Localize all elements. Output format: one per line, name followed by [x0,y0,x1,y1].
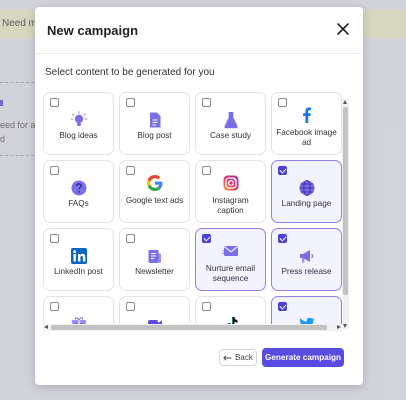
linkedin-icon [70,247,88,265]
checkbox-checked[interactable] [278,166,287,175]
flask-icon [222,111,240,129]
checkbox[interactable] [202,166,211,175]
content-type-card[interactable]: Nurture email sequence [195,228,266,291]
generate-campaign-button[interactable]: Generate campaign [262,348,344,367]
checkbox[interactable] [202,302,211,311]
dialog-prompt: Select content to be generated for you [45,67,215,78]
facebook-icon [298,106,316,124]
checkbox[interactable] [126,166,135,175]
checkbox[interactable] [50,98,59,107]
checkbox[interactable] [126,302,135,311]
content-type-label: Blog post [137,131,172,140]
scroll-down-arrow-icon[interactable] [343,324,347,328]
newsletter-icon [146,247,164,265]
content-type-card[interactable]: Landing page [271,160,342,223]
megaphone-icon [298,247,316,265]
content-type-grid-viewport: Blog ideas Blog post Case study Facebook im… [43,92,353,328]
checkbox[interactable] [50,234,59,243]
checkbox-checked[interactable] [278,234,287,243]
content-type-card[interactable]: Newsletter [119,228,190,291]
content-type-card[interactable]: Facebook image ad [271,92,342,155]
content-type-label: FAQs [68,199,89,208]
checkbox[interactable] [126,98,135,107]
content-type-label: LinkedIn post [54,267,103,276]
arrow-left-icon [223,354,232,361]
content-type-label: Google text ads [125,196,184,205]
content-type-label: Case study [210,131,251,140]
close-icon[interactable] [335,21,351,37]
content-type-label: Press release [281,267,332,276]
content-type-card[interactable]: Press release [271,228,342,291]
content-type-card[interactable]: Google text ads [119,160,190,223]
content-type-label: Newsletter [135,267,174,276]
new-campaign-dialog: New campaign Select content to be genera… [35,7,363,385]
checkbox[interactable] [126,234,135,243]
content-type-card[interactable]: FAQs [43,160,114,223]
content-type-label: Blog ideas [59,131,98,140]
content-type-label: Nurture email sequence [205,264,256,283]
checkbox[interactable] [50,302,59,311]
instagram-icon [222,174,240,192]
content-type-label: Landing page [281,199,332,208]
question-icon [70,179,88,197]
scroll-right-arrow-icon[interactable] [337,325,341,329]
email-icon [221,242,240,260]
globe-icon [298,179,316,197]
content-type-card[interactable]: Blog post [119,92,190,155]
google-icon [146,174,164,192]
content-type-card[interactable]: Case study [195,92,266,155]
horizontal-scrollbar[interactable] [43,324,342,331]
checkbox[interactable] [278,98,287,107]
content-type-label: Facebook image ad [276,128,337,147]
horizontal-scrollbar-thumb[interactable] [51,325,327,330]
checkbox-checked[interactable] [202,234,211,243]
document-icon [146,111,164,129]
scroll-up-arrow-icon[interactable] [343,100,347,104]
checkbox[interactable] [202,98,211,107]
content-type-card[interactable]: Blog ideas [43,92,114,155]
checkbox-checked[interactable] [278,302,287,311]
lightbulb-icon [70,111,88,129]
back-button-label: Back [235,353,253,362]
content-type-card[interactable]: LinkedIn post [43,228,114,291]
back-button[interactable]: Back [219,349,257,366]
content-type-label: Instagram caption [212,196,249,215]
dialog-title: New campaign [47,23,139,38]
content-type-card[interactable]: Instagram caption [195,160,266,223]
vertical-scrollbar[interactable] [342,99,349,329]
vertical-scrollbar-thumb[interactable] [343,107,348,295]
scroll-left-arrow-icon[interactable] [44,325,48,329]
checkbox[interactable] [50,166,59,175]
header-divider [35,53,363,54]
content-type-grid: Blog ideas Blog post Case study Facebook im… [43,92,342,328]
